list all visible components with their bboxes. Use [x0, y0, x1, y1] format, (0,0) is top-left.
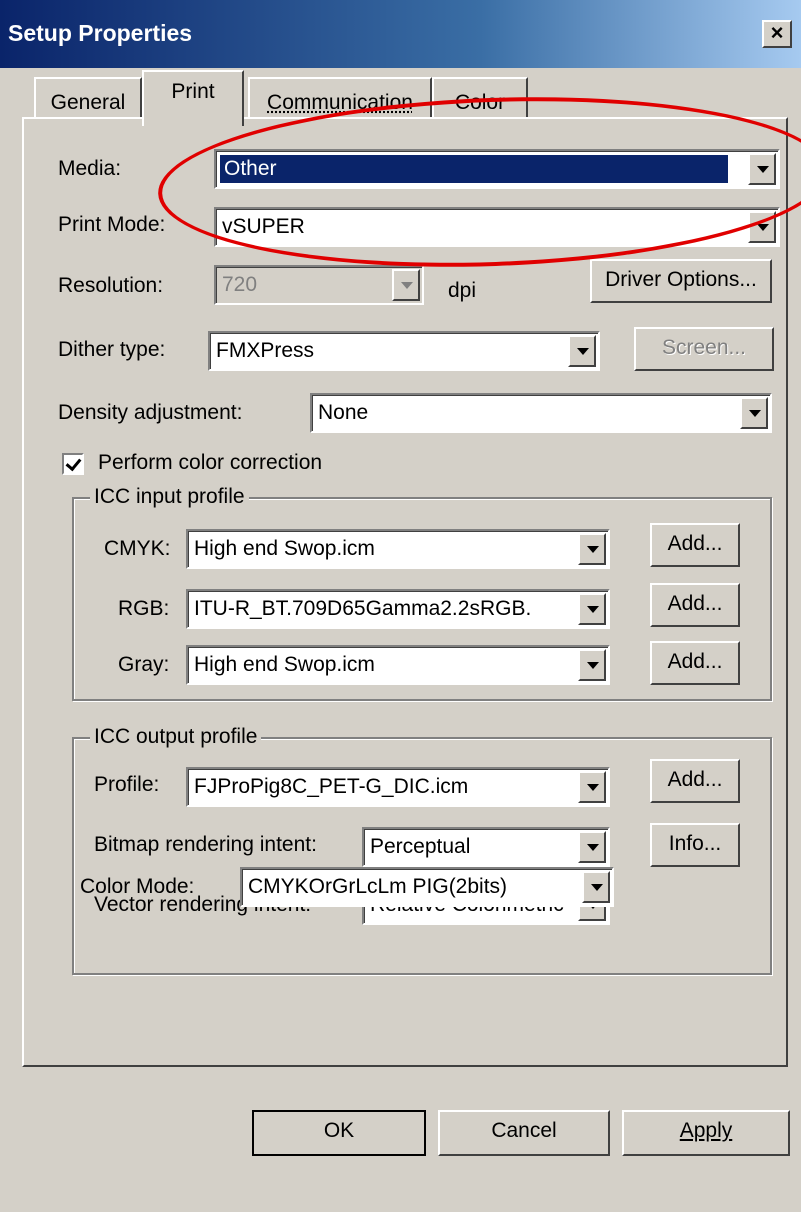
density-adjustment-value: None [318, 401, 369, 424]
rgb-profile-value: ITU-R_BT.709D65Gamma2.2sRGB. [194, 597, 532, 620]
title-bar[interactable]: Setup Properties × [0, 0, 801, 68]
rgb-profile-dropdown-button[interactable] [578, 593, 606, 625]
dither-type-label: Dither type: [58, 338, 166, 361]
cmyk-profile-dropdown-button[interactable] [578, 533, 606, 565]
output-profile-select[interactable]: FJProPig8C_PET-G_DIC.icm [186, 767, 610, 807]
gray-label: Gray: [118, 653, 170, 676]
screen-button[interactable]: Screen... [634, 327, 774, 371]
cmyk-profile-select[interactable]: High end Swop.icm [186, 529, 610, 569]
print-mode-dropdown-button[interactable] [748, 211, 776, 243]
resolution-unit: dpi [448, 279, 477, 302]
media-label: Media: [58, 157, 122, 180]
color-correction-checkbox[interactable] [62, 453, 84, 475]
gray-profile-select[interactable]: High end Swop.icm [186, 645, 610, 685]
bitmap-intent-label: Bitmap rendering intent: [94, 833, 317, 856]
print-mode-label: Print Mode: [58, 213, 166, 236]
output-add-button[interactable]: Add... [650, 759, 740, 803]
rgb-label: RGB: [118, 597, 170, 620]
output-profile-value: FJProPig8C_PET-G_DIC.icm [194, 775, 469, 798]
cancel-button[interactable]: Cancel [438, 1110, 610, 1156]
rgb-add-button[interactable]: Add... [650, 583, 740, 627]
bitmap-intent-value: Perceptual [370, 835, 471, 858]
media-dropdown-button[interactable] [748, 153, 776, 185]
bitmap-intent-select[interactable]: Perceptual [362, 827, 610, 867]
tab-color-label: Color [454, 91, 506, 114]
tab-communication-label: Communication [267, 91, 413, 114]
dither-type-select[interactable]: FMXPress [208, 331, 600, 371]
print-mode-value: vSUPER [222, 215, 305, 238]
icc-output-profile-group: ICC output profile Profile: FJProPig8C_P… [72, 725, 772, 975]
cmyk-add-button[interactable]: Add... [650, 523, 740, 567]
color-mode-label: Color Mode: [80, 875, 195, 898]
media-select[interactable]: Other [214, 149, 780, 189]
resolution-label: Resolution: [58, 274, 164, 297]
apply-button[interactable]: Apply [622, 1110, 790, 1156]
window-title: Setup Properties [8, 20, 193, 46]
cmyk-label: CMYK: [104, 537, 171, 560]
info-button[interactable]: Info... [650, 823, 740, 867]
dither-type-dropdown-button[interactable] [568, 335, 596, 367]
dither-type-value: FMXPress [216, 339, 315, 362]
color-mode-select[interactable]: CMYKOrGrLcLm PIG(2bits) [240, 867, 614, 907]
density-adjustment-select[interactable]: None [310, 393, 772, 433]
ok-button[interactable]: OK [252, 1110, 426, 1156]
bitmap-intent-dropdown-button[interactable] [578, 831, 606, 863]
color-mode-value: CMYKOrGrLcLm PIG(2bits) [248, 875, 508, 898]
media-value: Other [219, 154, 729, 184]
setup-properties-dialog: Setup Properties × General Print Communi… [0, 0, 801, 1212]
gray-profile-dropdown-button[interactable] [578, 649, 606, 681]
output-profile-label: Profile: [94, 773, 160, 796]
cmyk-profile-value: High end Swop.icm [194, 537, 375, 560]
print-mode-select[interactable]: vSUPER [214, 207, 780, 247]
tab-print-label: Print [171, 80, 215, 103]
color-mode-dropdown-button[interactable] [582, 871, 610, 903]
resolution-value: 720 [222, 273, 258, 296]
color-correction-label: Perform color correction [98, 451, 323, 474]
print-tab-panel: Media: Other Print Mode: vSUPER Resoluti… [22, 117, 788, 1067]
density-adjustment-dropdown-button[interactable] [740, 397, 768, 429]
output-profile-dropdown-button[interactable] [578, 771, 606, 803]
resolution-dropdown-button[interactable] [392, 269, 420, 301]
close-button[interactable]: × [762, 20, 792, 48]
icc-output-profile-title: ICC output profile [90, 725, 262, 749]
icc-input-profile-title: ICC input profile [90, 485, 249, 509]
gray-add-button[interactable]: Add... [650, 641, 740, 685]
gray-profile-value: High end Swop.icm [194, 653, 375, 676]
density-adjustment-label: Density adjustment: [58, 401, 243, 424]
tab-print[interactable]: Print [142, 70, 244, 126]
tab-general-label: General [50, 91, 126, 114]
icc-input-profile-group: ICC input profile CMYK: High end Swop.ic… [72, 485, 772, 701]
resolution-select[interactable]: 720 [214, 265, 424, 305]
driver-options-button[interactable]: Driver Options... [590, 259, 772, 303]
rgb-profile-select[interactable]: ITU-R_BT.709D65Gamma2.2sRGB. [186, 589, 610, 629]
